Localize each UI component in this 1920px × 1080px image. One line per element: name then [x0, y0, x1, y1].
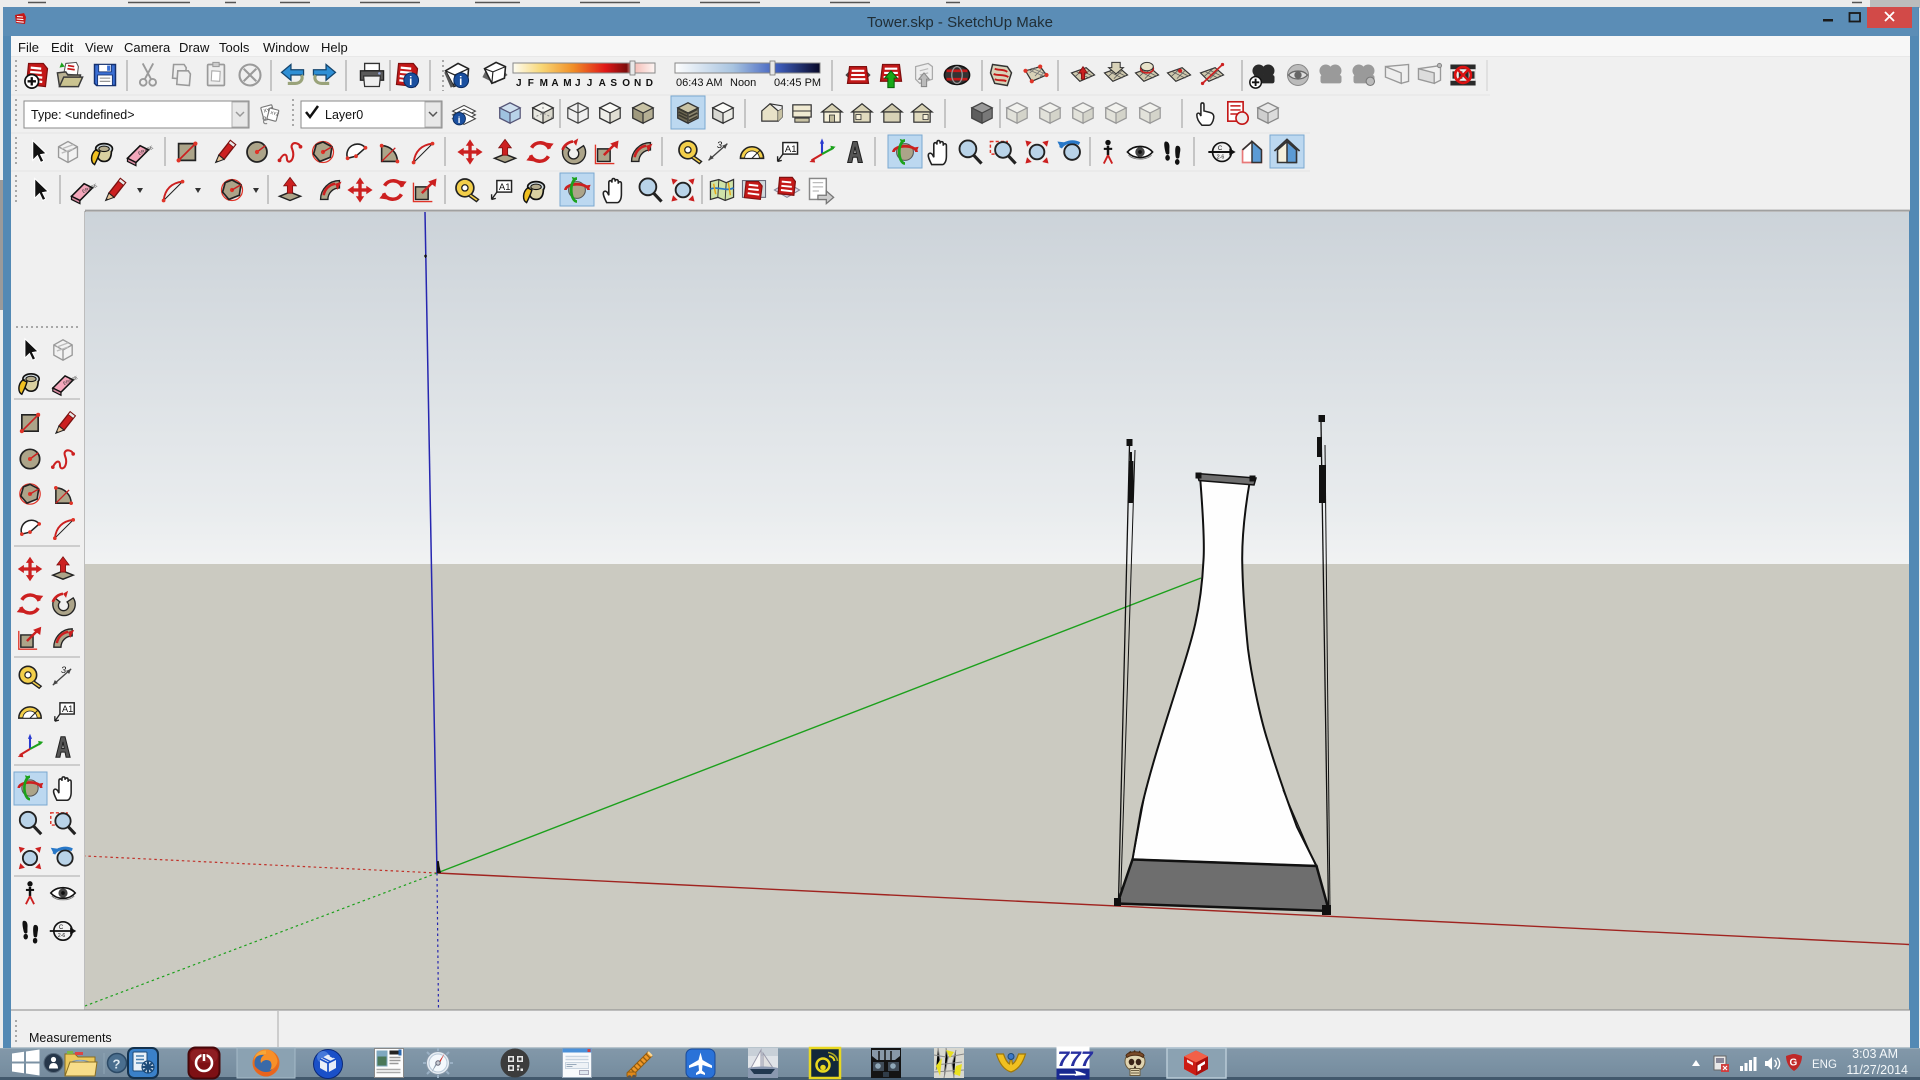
svg-text:File: File: [18, 40, 39, 55]
svg-text:11/27/2014: 11/27/2014: [1846, 1063, 1908, 1077]
svg-text:View: View: [85, 40, 114, 55]
svg-text:A: A: [551, 78, 558, 89]
svg-text:Type: <undefined>: Type: <undefined>: [31, 108, 135, 122]
svg-text:J: J: [575, 78, 581, 89]
svg-text:M: M: [540, 78, 548, 89]
svg-text:?: ?: [113, 1057, 121, 1072]
svg-text:Camera: Camera: [124, 40, 171, 55]
svg-text:Edit: Edit: [51, 40, 74, 55]
svg-text:Layer0: Layer0: [325, 108, 363, 122]
svg-text:J: J: [587, 78, 593, 89]
svg-text:Draw: Draw: [179, 40, 210, 55]
svg-text:O: O: [622, 78, 630, 89]
svg-text:S: S: [610, 78, 617, 89]
svg-text:777: 777: [1058, 1048, 1094, 1071]
svg-text:Measurements: Measurements: [29, 1031, 112, 1045]
svg-text:Tower.skp - SketchUp Make: Tower.skp - SketchUp Make: [867, 14, 1053, 31]
svg-text:D: D: [646, 78, 653, 89]
svg-text:Window: Window: [263, 40, 310, 55]
svg-text:M: M: [563, 78, 571, 89]
svg-text:N: N: [634, 78, 641, 89]
svg-text:06:43 AM: 06:43 AM: [676, 77, 722, 89]
svg-text:Noon: Noon: [730, 77, 756, 89]
svg-text:G: G: [1790, 1058, 1798, 1069]
svg-text:Tools: Tools: [219, 40, 250, 55]
svg-text:ENG: ENG: [1812, 1059, 1837, 1071]
svg-text:3:03 AM: 3:03 AM: [1852, 1047, 1898, 1061]
svg-text:F: F: [528, 78, 534, 89]
svg-text:Help: Help: [321, 40, 348, 55]
svg-text:J: J: [516, 78, 522, 89]
svg-text:A: A: [599, 78, 606, 89]
svg-text:04:45 PM: 04:45 PM: [774, 77, 821, 89]
